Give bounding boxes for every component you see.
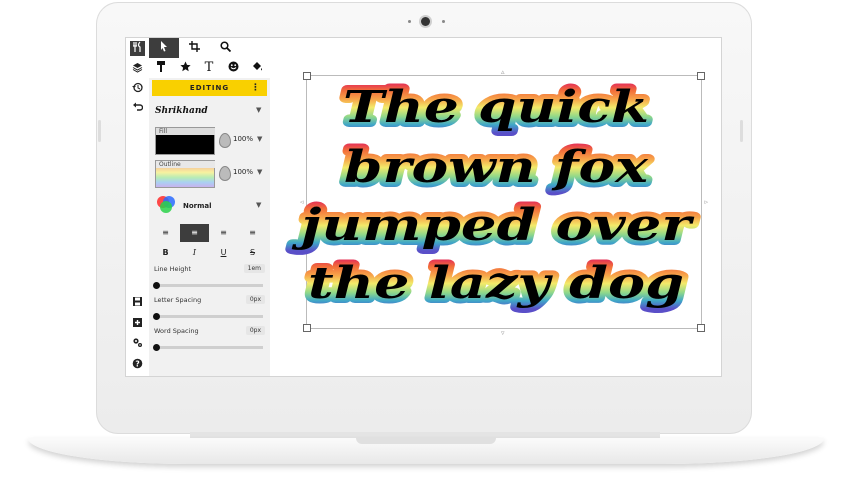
trackpad-lip <box>356 438 496 444</box>
tool-bar: T <box>149 38 270 78</box>
strikethrough-button[interactable]: S <box>238 246 267 260</box>
svg-text:?: ? <box>135 359 139 368</box>
crop-icon[interactable] <box>179 38 209 58</box>
undo-icon[interactable] <box>130 102 145 117</box>
text-icon[interactable]: T <box>197 58 221 78</box>
add-image-icon[interactable] <box>130 317 145 332</box>
fill-swatch[interactable]: Fill <box>155 127 215 155</box>
editing-header: EDITING ⋮ <box>152 80 267 96</box>
app-screen: ? T EDITING ⋮ Shrikhand ▼ Fill 100% ▼ Ou… <box>126 38 721 376</box>
utensils-icon[interactable] <box>130 41 145 56</box>
align-left-button[interactable]: ≡ <box>151 224 180 242</box>
word-spacing-slider[interactable] <box>153 343 263 351</box>
save-icon[interactable] <box>130 296 145 311</box>
lid-side-detail <box>98 120 101 142</box>
format-group: B I U S <box>151 246 269 260</box>
chevron-down-icon[interactable]: ▼ <box>256 201 261 209</box>
lid-side-detail <box>740 120 743 142</box>
align-center-button[interactable]: ≡ <box>180 224 209 242</box>
blend-mode-select[interactable]: Normal <box>183 202 212 210</box>
fill-label: Fill <box>156 128 215 135</box>
alignment-group: ≡ ≡ ≡ ≡ <box>151 224 269 242</box>
settings-icon[interactable] <box>130 337 145 352</box>
star-icon[interactable] <box>173 58 197 78</box>
headline-line-4: the lazy dog <box>308 258 684 309</box>
outline-swatch[interactable]: Outline <box>155 160 215 188</box>
headline-line-1: The quick <box>343 82 649 133</box>
slider-knob[interactable] <box>153 312 160 320</box>
word-spacing-label: Word Spacing <box>154 327 199 335</box>
italic-button[interactable]: I <box>180 246 209 260</box>
emoji-icon[interactable] <box>221 58 245 78</box>
history-icon[interactable] <box>130 82 145 97</box>
bold-button[interactable]: B <box>151 246 180 260</box>
pointer-icon[interactable] <box>149 38 179 58</box>
align-right-button[interactable]: ≡ <box>209 224 238 242</box>
camera-sensor-dot <box>408 20 411 23</box>
outline-opacity-value[interactable]: 100% <box>233 168 253 176</box>
line-height-label: Line Height <box>154 265 192 273</box>
editing-panel: EDITING ⋮ Shrikhand ▼ Fill 100% ▼ Outlin… <box>149 78 271 376</box>
opacity-drop-icon <box>219 166 231 181</box>
align-justify-button[interactable]: ≡ <box>238 224 267 242</box>
chevron-down-icon[interactable]: ▼ <box>257 135 262 143</box>
opacity-drop-icon <box>219 133 231 148</box>
help-icon[interactable]: ? <box>130 358 145 373</box>
slider-knob[interactable] <box>153 281 160 289</box>
left-icon-strip: ? <box>126 38 150 376</box>
letter-spacing-label: Letter Spacing <box>154 296 202 304</box>
zoom-icon[interactable] <box>210 38 240 58</box>
layers-icon[interactable] <box>130 62 145 77</box>
line-height-slider[interactable] <box>153 281 263 289</box>
paint-icon[interactable] <box>149 58 173 78</box>
slider-knob[interactable] <box>153 343 160 351</box>
text-artwork[interactable]: The quick brown fox jumped over the lazy… <box>270 38 721 376</box>
blend-mode-icon <box>155 194 177 216</box>
design-canvas[interactable]: ▵ ▿ ◃ ▹ The quick brown fox jumped over … <box>270 38 721 376</box>
font-selector[interactable]: Shrikhand <box>155 106 208 116</box>
underline-button[interactable]: U <box>209 246 238 260</box>
word-spacing-value[interactable]: 0px <box>245 326 265 335</box>
more-options-icon[interactable]: ⋮ <box>251 80 261 96</box>
webcam <box>421 17 430 26</box>
headline-text-group: The quick brown fox jumped over the lazy… <box>286 77 700 314</box>
camera-sensor-dot <box>442 20 445 23</box>
editing-label: EDITING <box>189 84 230 92</box>
letter-spacing-value[interactable]: 0px <box>245 295 265 304</box>
headline-line-2: brown fox <box>344 142 649 193</box>
chevron-down-icon[interactable]: ▼ <box>257 168 262 176</box>
headline-line-3: jumped over <box>291 200 695 251</box>
outline-label: Outline <box>156 161 215 168</box>
fill-opacity-value[interactable]: 100% <box>233 135 253 143</box>
fill-bucket-icon[interactable] <box>245 58 269 78</box>
letter-spacing-slider[interactable] <box>153 312 263 320</box>
line-height-value[interactable]: 1em <box>243 264 265 273</box>
chevron-down-icon[interactable]: ▼ <box>256 106 261 114</box>
